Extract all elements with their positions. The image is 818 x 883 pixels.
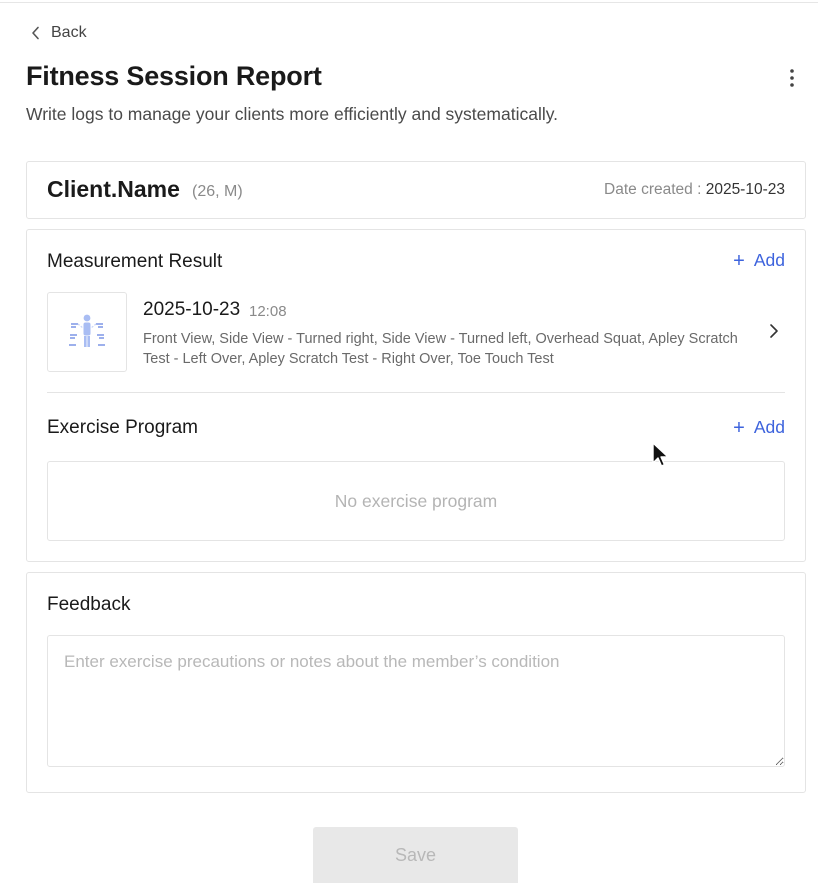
back-button[interactable]: Back bbox=[30, 24, 87, 42]
measurement-date: 2025-10-23 bbox=[143, 299, 241, 320]
feedback-card: Feedback bbox=[26, 572, 806, 793]
posture-analysis-thumbnail bbox=[47, 292, 127, 372]
client-age-gender: (26, M) bbox=[192, 183, 243, 200]
page-subtitle: Write logs to manage your clients more e… bbox=[26, 104, 559, 124]
date-created-label: Date created : bbox=[604, 181, 702, 198]
date-created-value: 2025-10-23 bbox=[705, 181, 785, 198]
kebab-menu-icon bbox=[790, 69, 794, 87]
exercise-section-title: Exercise Program bbox=[47, 417, 198, 438]
measurement-time: 12:08 bbox=[249, 303, 287, 320]
client-name: Client.Name bbox=[47, 176, 180, 202]
measurement-list-item[interactable]: 2025-10-23 12:08 Front View, Side View -… bbox=[47, 292, 785, 374]
measurement-section-title: Measurement Result bbox=[47, 251, 223, 272]
more-menu-button[interactable] bbox=[782, 66, 802, 90]
page-title: Fitness Session Report bbox=[26, 61, 322, 91]
body-figure-icon bbox=[69, 314, 105, 347]
empty-state-text: No exercise program bbox=[334, 490, 498, 511]
add-measurement-label: Add bbox=[753, 250, 785, 270]
plus-icon: + bbox=[733, 249, 745, 272]
add-measurement-button[interactable]: + Add bbox=[733, 250, 785, 271]
session-details-card: Measurement Result + Add 2025-10-23 12:0… bbox=[26, 229, 806, 562]
chevron-right-icon bbox=[770, 324, 778, 338]
exercise-empty-state: No exercise program bbox=[47, 461, 785, 541]
chevron-left-icon bbox=[32, 26, 39, 40]
add-exercise-label: Add bbox=[753, 417, 785, 437]
save-button[interactable]: Save bbox=[313, 827, 518, 883]
client-card: Client.Name (26, M) Date created : 2025-… bbox=[26, 161, 806, 219]
measurement-description: Front View, Side View - Turned right, Si… bbox=[143, 331, 738, 367]
top-divider bbox=[0, 2, 818, 3]
section-divider bbox=[47, 392, 785, 393]
feedback-section-title: Feedback bbox=[47, 594, 131, 615]
back-label: Back bbox=[51, 24, 87, 41]
add-exercise-button[interactable]: + Add bbox=[733, 417, 785, 438]
feedback-textarea[interactable] bbox=[47, 635, 785, 767]
plus-icon: + bbox=[733, 416, 745, 439]
date-created: Date created : 2025-10-23 bbox=[604, 181, 785, 199]
